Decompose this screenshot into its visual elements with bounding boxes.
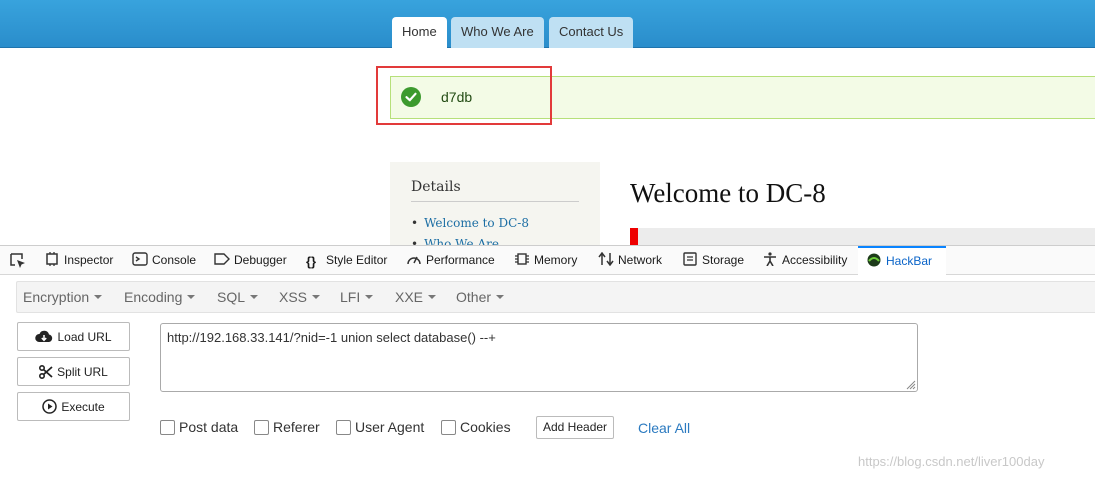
tab-label: Network (618, 253, 663, 267)
tab-label: Accessibility (782, 253, 848, 267)
element-picker-icon[interactable] (10, 253, 26, 269)
tab-label: Debugger (234, 253, 287, 267)
devtools-tab-memory[interactable]: Memory (514, 246, 577, 275)
tab-label: Style Editor (326, 253, 388, 267)
sidebar-title: Details (411, 179, 461, 195)
devtools-tabbar: Inspector Console Debugger {} Style Edito… (0, 246, 1095, 275)
cookies-checkbox[interactable]: Cookies (441, 419, 511, 435)
split-url-button[interactable]: Split URL (17, 357, 130, 386)
content-band (638, 228, 1095, 245)
sidebar-divider (411, 201, 579, 202)
inspector-icon (46, 252, 58, 266)
checkbox-label: Cookies (460, 419, 511, 435)
highlight-box (376, 66, 552, 125)
menu-xss[interactable]: XSS (279, 289, 320, 305)
devtools-panel: Inspector Console Debugger {} Style Edito… (0, 245, 1095, 480)
play-circle-icon (42, 399, 58, 414)
execute-button[interactable]: Execute (17, 392, 130, 421)
devtools-tab-accessibility[interactable]: Accessibility (762, 246, 847, 275)
performance-icon (407, 256, 421, 265)
nav-tab-contact-us[interactable]: Contact Us (549, 17, 634, 48)
tab-label: HackBar (886, 254, 933, 268)
devtools-tab-debugger[interactable]: Debugger (214, 246, 287, 275)
clear-all-link[interactable]: Clear All (638, 420, 690, 436)
load-url-button[interactable]: Load URL (17, 322, 130, 351)
menu-sql[interactable]: SQL (217, 289, 258, 305)
split-url-label: Split URL (57, 364, 108, 379)
page-heading: Welcome to DC-8 (630, 178, 826, 208)
watermark: https://blog.csdn.net/liver100day (858, 454, 1045, 469)
resize-grip-icon[interactable] (906, 380, 916, 390)
referer-checkbox[interactable]: Referer (254, 419, 320, 435)
devtools-tab-hackbar[interactable]: HackBar (858, 246, 946, 275)
hackbar-menubar: Encryption Encoding SQL XSS LFI XXE Othe… (16, 281, 1095, 313)
add-header-button[interactable]: Add Header (536, 416, 615, 439)
sidebar-link-who-we-are[interactable]: Who We Are (411, 237, 499, 245)
sidebar-details: Details Welcome to DC-8 Who We Are (390, 162, 600, 245)
tab-label: Storage (702, 253, 745, 267)
menu-lfi[interactable]: LFI (340, 289, 373, 305)
site-header (0, 0, 1095, 48)
style-editor-icon: {} (306, 254, 317, 269)
devtools-tab-inspector[interactable]: Inspector (44, 246, 113, 275)
execute-label: Execute (61, 399, 105, 414)
hackbar-icon (867, 253, 881, 267)
tab-label: Performance (426, 253, 495, 267)
nav-tab-who-we-are[interactable]: Who We Are (451, 17, 544, 48)
scissors-icon (39, 364, 53, 379)
devtools-tab-network[interactable]: Network (598, 246, 662, 275)
checkbox-box[interactable] (441, 420, 456, 435)
devtools-tab-console[interactable]: Console (132, 246, 196, 275)
tab-label: Inspector (64, 253, 114, 267)
menu-encryption[interactable]: Encryption (23, 289, 102, 305)
post-data-checkbox[interactable]: Post data (160, 419, 238, 435)
menu-xxe[interactable]: XXE (395, 289, 436, 305)
checkbox-label: User Agent (355, 419, 425, 435)
user-agent-checkbox[interactable]: User Agent (336, 419, 424, 435)
console-icon (132, 252, 148, 266)
devtools-tab-storage[interactable]: Storage (682, 246, 744, 275)
menu-encoding[interactable]: Encoding (124, 289, 195, 305)
network-icon (598, 252, 614, 266)
checkbox-box[interactable] (160, 420, 175, 435)
checkbox-label: Referer (273, 419, 320, 435)
devtools-tab-style-editor[interactable]: {} Style Editor (306, 246, 387, 275)
checkbox-label: Post data (179, 419, 239, 435)
cloud-download-icon (35, 330, 53, 342)
load-url-label: Load URL (57, 329, 112, 344)
tab-label: Memory (534, 253, 578, 267)
accessibility-icon (764, 252, 776, 266)
url-textarea[interactable]: http://192.168.33.141/?nid=-1 union sele… (160, 323, 918, 392)
storage-icon (683, 252, 697, 266)
memory-icon (515, 253, 529, 265)
tab-label: Console (152, 253, 197, 267)
sidebar-link-welcome[interactable]: Welcome to DC-8 (411, 216, 529, 230)
menu-other[interactable]: Other (456, 289, 504, 305)
debugger-icon (214, 253, 230, 265)
devtools-tab-performance[interactable]: Performance (406, 246, 495, 275)
content-marker (630, 228, 638, 245)
checkbox-box[interactable] (336, 420, 351, 435)
nav-tab-home[interactable]: Home (392, 17, 447, 48)
checkbox-box[interactable] (254, 420, 269, 435)
